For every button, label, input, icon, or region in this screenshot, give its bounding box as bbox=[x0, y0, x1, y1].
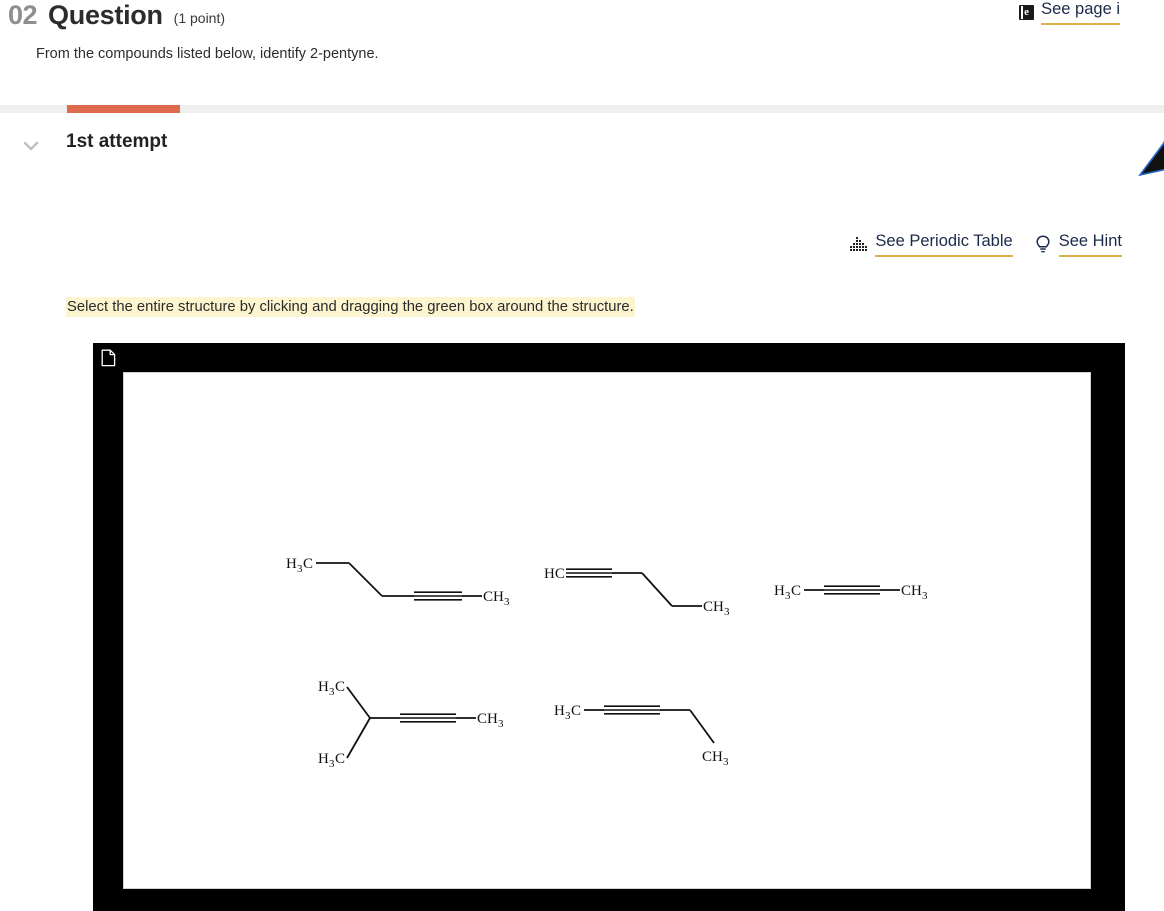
lightbulb-icon bbox=[1035, 235, 1051, 254]
structure-layer: H 3 C CH 3 HC CH 3 H 3 C CH 3 H 3 C H 3 … bbox=[124, 373, 1090, 888]
editor-toolbar bbox=[93, 343, 1125, 373]
question-points: (1 point) bbox=[173, 10, 226, 26]
structure-2[interactable]: HC CH 3 bbox=[542, 558, 742, 633]
attempt-label: 1st attempt bbox=[66, 131, 168, 152]
structure-1[interactable]: H 3 C CH 3 bbox=[284, 548, 514, 618]
svg-text:CH: CH bbox=[483, 589, 504, 605]
see-hint-link[interactable]: See Hint bbox=[1035, 232, 1122, 257]
structure-3[interactable]: H 3 C CH 3 bbox=[772, 573, 942, 609]
svg-text:C: C bbox=[335, 679, 345, 695]
svg-text:H: H bbox=[286, 556, 297, 572]
periodic-table-icon bbox=[850, 237, 868, 252]
attempt-progress-track bbox=[0, 105, 1164, 113]
molecule-editor-frame: H 3 C CH 3 HC CH 3 H 3 C CH 3 H 3 C H 3 … bbox=[93, 343, 1125, 911]
svg-text:C: C bbox=[571, 703, 581, 719]
page-title: 02 Question (1 point) bbox=[8, 2, 225, 29]
svg-text:3: 3 bbox=[922, 590, 928, 602]
svg-text:3: 3 bbox=[504, 596, 510, 608]
question-prompt: From the compounds listed below, identif… bbox=[36, 46, 379, 62]
see-periodic-table-link[interactable]: See Periodic Table bbox=[850, 232, 1013, 257]
svg-text:HC: HC bbox=[544, 566, 565, 582]
question-number: 02 bbox=[8, 0, 38, 30]
chevron-down-icon[interactable] bbox=[22, 137, 40, 155]
svg-text:3: 3 bbox=[724, 606, 730, 618]
svg-text:CH: CH bbox=[703, 599, 724, 615]
svg-text:H: H bbox=[554, 703, 565, 719]
svg-text:CH: CH bbox=[477, 711, 498, 727]
see-hint-label: See Hint bbox=[1058, 232, 1122, 257]
svg-text:H: H bbox=[318, 751, 329, 767]
document-icon[interactable] bbox=[101, 349, 116, 367]
svg-text:C: C bbox=[791, 583, 801, 599]
question-page: 02 Question (1 point) From the compounds… bbox=[0, 0, 1164, 911]
attempt-section-header: 1st attempt bbox=[0, 125, 1164, 177]
instruction-text: Select the entire structure by clicking … bbox=[66, 297, 635, 317]
structure-4[interactable]: H 3 C H 3 C CH 3 bbox=[314, 673, 529, 770]
see-page-link[interactable]: See page i bbox=[1019, 0, 1120, 25]
svg-text:3: 3 bbox=[498, 718, 504, 730]
svg-text:3: 3 bbox=[723, 756, 729, 768]
mouse-cursor-icon bbox=[1124, 133, 1164, 179]
attempt-progress-fill bbox=[67, 105, 180, 113]
svg-text:C: C bbox=[303, 556, 313, 572]
ebook-icon bbox=[1019, 5, 1035, 20]
svg-text:CH: CH bbox=[901, 583, 922, 599]
svg-text:H: H bbox=[318, 679, 329, 695]
structure-5[interactable]: H 3 C CH 3 bbox=[552, 693, 752, 768]
question-header: 02 Question (1 point) From the compounds… bbox=[0, 0, 1164, 96]
see-periodic-table-label: See Periodic Table bbox=[875, 232, 1013, 257]
svg-text:C: C bbox=[335, 751, 345, 767]
svg-text:H: H bbox=[774, 583, 785, 599]
svg-text:CH: CH bbox=[702, 749, 723, 765]
question-word: Question bbox=[48, 0, 163, 30]
tool-links: See Periodic Table See Hint bbox=[850, 232, 1122, 257]
molecule-canvas[interactable]: H 3 C CH 3 HC CH 3 H 3 C CH 3 H 3 C H 3 … bbox=[124, 373, 1090, 888]
see-page-label: See page i bbox=[1041, 0, 1120, 25]
